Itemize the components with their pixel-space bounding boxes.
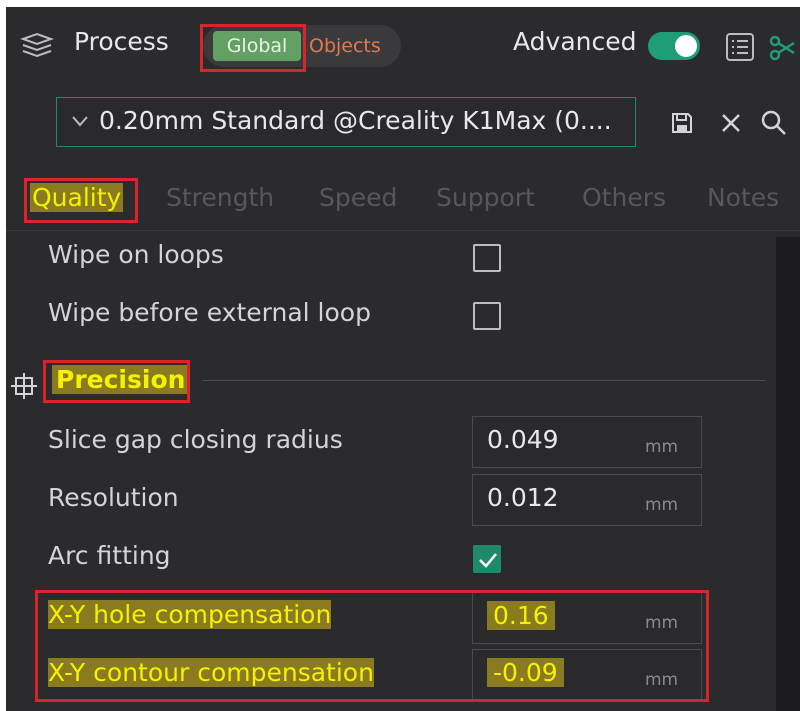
resolution-label: Resolution — [48, 483, 179, 512]
list-icon[interactable] — [725, 31, 757, 63]
toggle-knob — [675, 35, 697, 57]
process-header: Process Global Objects Advanced — [6, 7, 800, 85]
arc-fitting-checkbox[interactable] — [473, 545, 501, 573]
tab-others[interactable]: Others — [582, 183, 666, 212]
tab-strength[interactable]: Strength — [166, 183, 274, 212]
check-icon — [479, 553, 497, 568]
scissor-icon[interactable] — [767, 33, 797, 63]
objects-tab[interactable]: Objects — [309, 31, 381, 61]
unit-label: mm — [645, 437, 679, 457]
tab-support[interactable]: Support — [436, 183, 535, 212]
layers-icon — [20, 32, 54, 58]
search-icon[interactable] — [760, 109, 788, 137]
tab-speed[interactable]: Speed — [319, 183, 397, 212]
slice-gap-closing-radius-value: 0.049 — [487, 425, 559, 454]
wipe-before-external-loop-checkbox[interactable] — [473, 302, 501, 330]
wipe-on-loops-checkbox[interactable] — [473, 244, 501, 272]
wipe-on-loops-label: Wipe on loops — [48, 240, 224, 269]
quality-annotation-box — [24, 178, 138, 223]
save-icon[interactable] — [670, 111, 694, 135]
process-title: Process — [74, 27, 169, 56]
preset-dropdown[interactable]: 0.20mm Standard @Creality K1Max (0.... — [56, 97, 636, 147]
resolution-value: 0.012 — [487, 483, 559, 512]
unit-label: mm — [645, 495, 679, 515]
section-divider — [202, 380, 766, 381]
global-annotation-box — [200, 24, 306, 72]
wipe-before-external-loop-label: Wipe before external loop — [48, 298, 371, 327]
tab-notes[interactable]: Notes — [707, 183, 779, 212]
resolution-input[interactable]: 0.012 mm — [472, 474, 702, 526]
preset-name: 0.20mm Standard @Creality K1Max (0.... — [99, 106, 612, 135]
compensation-annotation-box — [35, 590, 709, 702]
advanced-toggle[interactable] — [648, 32, 700, 60]
tab-divider — [6, 230, 800, 231]
crosshair-icon — [11, 373, 37, 399]
scrollbar-track[interactable] — [776, 237, 800, 711]
arc-fitting-label: Arc fitting — [48, 541, 171, 570]
slice-gap-closing-radius-label: Slice gap closing radius — [48, 425, 343, 454]
slice-gap-closing-radius-input[interactable]: 0.049 mm — [472, 416, 702, 468]
process-panel: Process Global Objects Advanced 0.20mm S… — [6, 7, 800, 711]
advanced-label: Advanced — [513, 27, 637, 56]
close-icon[interactable] — [719, 111, 743, 135]
precision-annotation-box — [43, 360, 190, 403]
chevron-down-icon — [72, 116, 88, 127]
